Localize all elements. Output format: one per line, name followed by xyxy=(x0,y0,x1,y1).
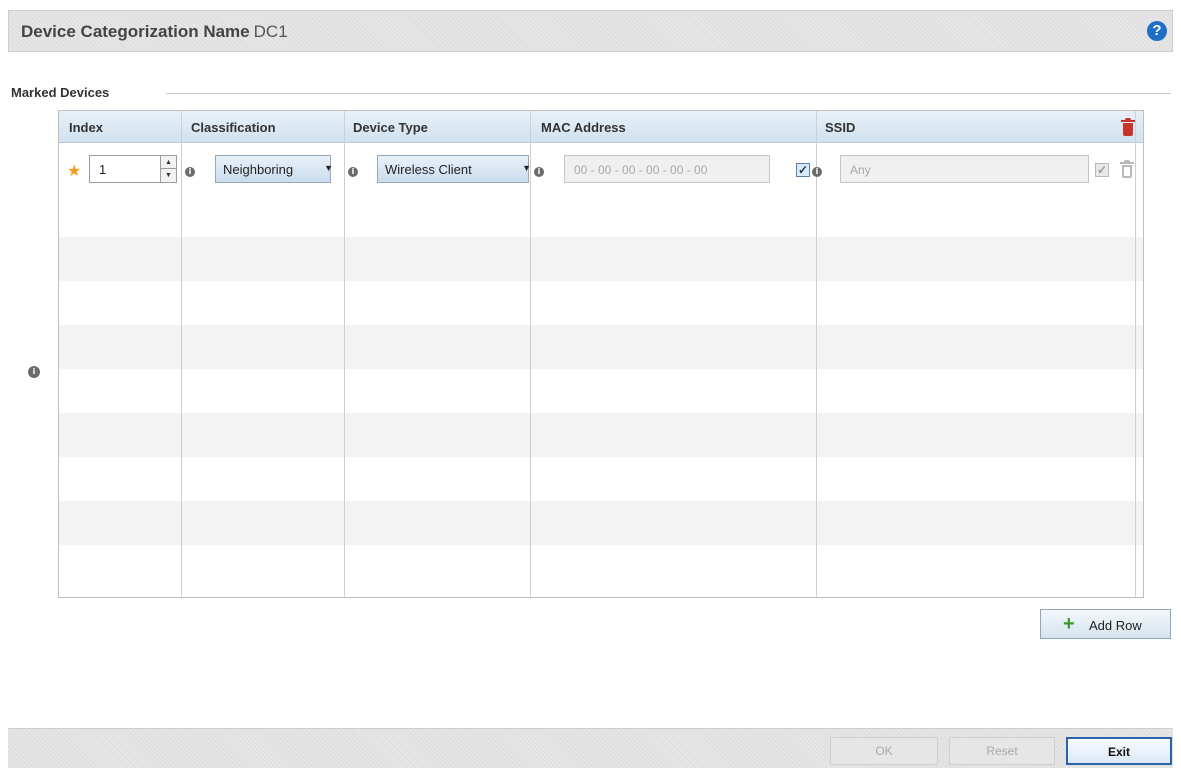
classification-value: Neighboring xyxy=(223,162,294,177)
add-row-button[interactable]: + Add Row xyxy=(1040,609,1171,639)
classification-info-icon[interactable]: i xyxy=(185,167,195,177)
info-icon[interactable]: i xyxy=(28,366,40,378)
index-value: 1 xyxy=(99,162,107,177)
section-divider xyxy=(166,93,1171,94)
marked-devices-table: Index Classification Device Type MAC Add… xyxy=(58,110,1144,598)
exit-button[interactable]: Exit xyxy=(1066,737,1172,765)
column-divider xyxy=(816,111,817,597)
mac-address-placeholder: 00 - 00 - 00 - 00 - 00 - 00 xyxy=(574,163,708,177)
spinner-up-icon[interactable]: ▲ xyxy=(161,156,176,169)
device-type-info-icon[interactable]: i xyxy=(348,167,358,177)
ssid-info-icon[interactable]: i xyxy=(812,167,822,177)
column-divider xyxy=(181,111,182,597)
page-header: Device Categorization Name DC1 ? xyxy=(8,10,1173,52)
table-row-stripe xyxy=(59,237,1143,281)
table-row-stripe xyxy=(59,501,1143,545)
column-header-ssid: SSID xyxy=(825,120,856,135)
mac-any-checkbox[interactable]: ✓ xyxy=(796,163,810,177)
device-type-select[interactable]: Wireless Client ▼ xyxy=(377,155,531,183)
ssid-any-checkbox[interactable]: ✓ xyxy=(1095,163,1109,177)
reset-button[interactable]: Reset xyxy=(949,737,1055,765)
column-header-index: Index xyxy=(69,120,103,135)
table-row-stripe xyxy=(59,325,1143,369)
column-divider xyxy=(344,111,345,597)
column-divider xyxy=(1135,111,1136,597)
title-label: Device Categorization Name xyxy=(21,22,250,41)
column-header-device-type: Device Type xyxy=(353,120,428,135)
ssid-value: Any xyxy=(850,163,871,177)
column-header-mac-address: MAC Address xyxy=(541,120,626,135)
device-type-value: Wireless Client xyxy=(385,162,472,177)
help-icon[interactable]: ? xyxy=(1147,21,1167,41)
column-divider xyxy=(530,111,531,597)
ok-button[interactable]: OK xyxy=(830,737,938,765)
plus-icon: + xyxy=(1063,613,1075,635)
classification-select[interactable]: Neighboring ▼ xyxy=(215,155,333,183)
table-row-stripe xyxy=(59,413,1143,457)
spinner-buttons[interactable]: ▲ ▼ xyxy=(160,156,176,182)
index-spinner[interactable]: 1 ▲ ▼ xyxy=(89,155,177,183)
section-label: Marked Devices xyxy=(11,85,110,100)
page-title: Device Categorization Name DC1 xyxy=(21,22,288,42)
delete-row-icon[interactable] xyxy=(1120,160,1134,178)
chevron-down-icon: ▼ xyxy=(522,163,531,173)
table-header: Index Classification Device Type MAC Add… xyxy=(59,111,1143,143)
delete-all-icon[interactable] xyxy=(1121,118,1135,136)
title-value: DC1 xyxy=(253,22,288,41)
column-header-classification: Classification xyxy=(191,120,276,135)
chevron-down-icon: ▼ xyxy=(324,163,333,173)
mac-address-info-icon[interactable]: i xyxy=(534,167,544,177)
ssid-input[interactable]: Any xyxy=(840,155,1089,183)
mac-address-input[interactable]: 00 - 00 - 00 - 00 - 00 - 00 xyxy=(564,155,770,183)
required-star-icon: ★ xyxy=(67,163,82,180)
add-row-label: Add Row xyxy=(1089,618,1142,633)
footer-bar: OK Reset Exit xyxy=(8,728,1173,768)
spinner-down-icon[interactable]: ▼ xyxy=(161,169,176,182)
